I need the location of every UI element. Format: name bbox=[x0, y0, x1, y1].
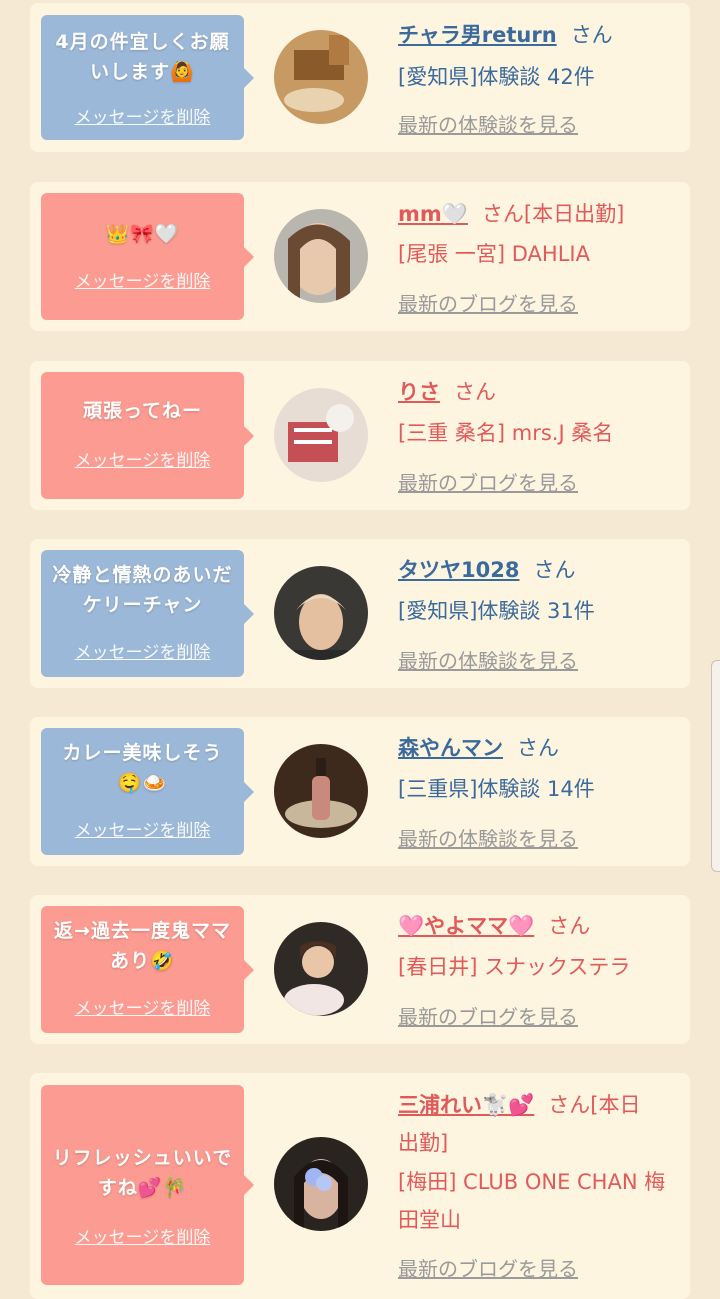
user-name-link[interactable]: 三浦れい🐩💕 bbox=[398, 1093, 534, 1117]
user-detail: [梅田] CLUB ONE CHAN 梅 bbox=[398, 1170, 666, 1194]
avatar-photo bbox=[274, 1137, 368, 1231]
message-card: 頑張ってねー メッセージを削除 りさ さん [三重 桑名] mrs.J 桑名 最新… bbox=[30, 361, 690, 510]
latest-link[interactable]: 最新のブログを見る bbox=[398, 1005, 578, 1029]
work-status: [本日 bbox=[590, 1093, 641, 1117]
delete-message-button[interactable]: メッセージを削除 bbox=[41, 638, 244, 663]
avatar-photo bbox=[274, 388, 368, 482]
avatar-photo bbox=[274, 922, 368, 1016]
message-text: カレー美味しそう 🤤🍛 bbox=[62, 742, 223, 794]
message-text: リフレッシュいいですね💕🎋 bbox=[52, 1147, 233, 1199]
delete-message-button[interactable]: メッセージを削除 bbox=[41, 267, 244, 292]
avatar[interactable] bbox=[274, 388, 368, 482]
honorific: さん bbox=[454, 380, 496, 404]
user-name-link[interactable]: チャラ男return bbox=[398, 23, 557, 47]
work-status: [本日出勤] bbox=[523, 202, 625, 226]
message-card: 👑🎀🤍 メッセージを削除 mm🤍 さん[本日出勤] [尾張 一宮] DAHLIA … bbox=[30, 182, 690, 331]
avatar[interactable] bbox=[274, 209, 368, 303]
message-text: 冷静と情熱のあいだケリーチャン bbox=[52, 564, 233, 616]
user-name-link[interactable]: 森やんマン bbox=[398, 736, 503, 760]
latest-link[interactable]: 最新のブログを見る bbox=[398, 471, 578, 495]
message-bubble: カレー美味しそう 🤤🍛 メッセージを削除 bbox=[41, 728, 254, 855]
delete-message-button[interactable]: メッセージを削除 bbox=[41, 994, 244, 1019]
user-detail: [愛知県]体験談 31件 bbox=[398, 599, 595, 623]
avatar[interactable] bbox=[274, 30, 368, 124]
message-text: 返→過去一度鬼ママあり🤣 bbox=[54, 920, 231, 972]
user-detail: [春日井] スナックステラ bbox=[398, 955, 631, 979]
user-detail: [尾張 一宮] DAHLIA bbox=[398, 242, 590, 266]
user-name-link[interactable]: タツヤ1028 bbox=[398, 558, 519, 582]
latest-link[interactable]: 最新のブログを見る bbox=[398, 292, 578, 316]
message-card: 返→過去一度鬼ママあり🤣 メッセージを削除 🩷やよママ🩷 さん [春日井] スナッ… bbox=[30, 895, 690, 1044]
message-card: 4月の件宜しくお願いします🙆 メッセージを削除 チャラ男return さん [愛知… bbox=[30, 3, 690, 152]
honorific: さん bbox=[570, 23, 613, 47]
honorific: さん bbox=[548, 914, 591, 938]
honorific: さん bbox=[533, 558, 576, 582]
message-bubble: 頑張ってねー メッセージを削除 bbox=[41, 372, 254, 499]
latest-link[interactable]: 最新のブログを見る bbox=[398, 1257, 578, 1281]
avatar[interactable] bbox=[274, 566, 368, 660]
message-bubble: 👑🎀🤍 メッセージを削除 bbox=[41, 193, 254, 320]
delete-message-button[interactable]: メッセージを削除 bbox=[41, 446, 244, 471]
user-detail: [三重 桑名] mrs.J 桑名 bbox=[398, 421, 614, 445]
message-card: リフレッシュいいですね💕🎋 メッセージを削除 三浦れい🐩💕 さん[本日 出勤] [… bbox=[30, 1073, 690, 1299]
avatar[interactable] bbox=[274, 922, 368, 1016]
user-name-link[interactable]: mm🤍 bbox=[398, 202, 468, 226]
message-card: カレー美味しそう 🤤🍛 メッセージを削除 森やんマン さん [三重県]体験談 14… bbox=[30, 717, 690, 866]
user-name-link[interactable]: 🩷やよママ🩷 bbox=[398, 914, 534, 938]
message-bubble: 返→過去一度鬼ママあり🤣 メッセージを削除 bbox=[41, 906, 254, 1033]
user-detail-continued: 田堂山 bbox=[398, 1208, 461, 1232]
user-name-link[interactable]: りさ bbox=[398, 380, 440, 404]
message-text: 4月の件宜しくお願いします🙆 bbox=[55, 31, 230, 83]
message-bubble: 冷静と情熱のあいだケリーチャン メッセージを削除 bbox=[41, 550, 254, 677]
avatar-photo bbox=[274, 744, 368, 838]
message-bubble: 4月の件宜しくお願いします🙆 メッセージを削除 bbox=[41, 15, 254, 140]
message-card: 冷静と情熱のあいだケリーチャン メッセージを削除 タツヤ1028 さん [愛知県]… bbox=[30, 539, 690, 688]
scrollbar-handle[interactable] bbox=[711, 660, 720, 872]
avatar[interactable] bbox=[274, 1137, 368, 1231]
honorific: さん bbox=[481, 202, 524, 226]
delete-message-button[interactable]: メッセージを削除 bbox=[41, 816, 244, 841]
delete-message-button[interactable]: メッセージを削除 bbox=[41, 103, 244, 128]
message-text: 頑張ってねー bbox=[82, 400, 203, 422]
user-detail: [三重県]体験談 14件 bbox=[398, 777, 595, 801]
honorific: さん bbox=[548, 1093, 591, 1117]
delete-message-button[interactable]: メッセージを削除 bbox=[41, 1223, 244, 1248]
avatar-photo bbox=[274, 30, 368, 124]
avatar[interactable] bbox=[274, 744, 368, 838]
avatar-photo bbox=[274, 566, 368, 660]
honorific: さん bbox=[517, 736, 559, 760]
latest-link[interactable]: 最新の体験談を見る bbox=[398, 649, 578, 673]
message-bubble: リフレッシュいいですね💕🎋 メッセージを削除 bbox=[41, 1085, 254, 1285]
avatar-photo bbox=[274, 209, 368, 303]
work-status-continued: 出勤] bbox=[398, 1131, 449, 1155]
latest-link[interactable]: 最新の体験談を見る bbox=[398, 113, 578, 137]
message-text: 👑🎀🤍 bbox=[105, 223, 180, 245]
user-detail: [愛知県]体験談 42件 bbox=[398, 65, 595, 89]
latest-link[interactable]: 最新の体験談を見る bbox=[398, 827, 578, 851]
